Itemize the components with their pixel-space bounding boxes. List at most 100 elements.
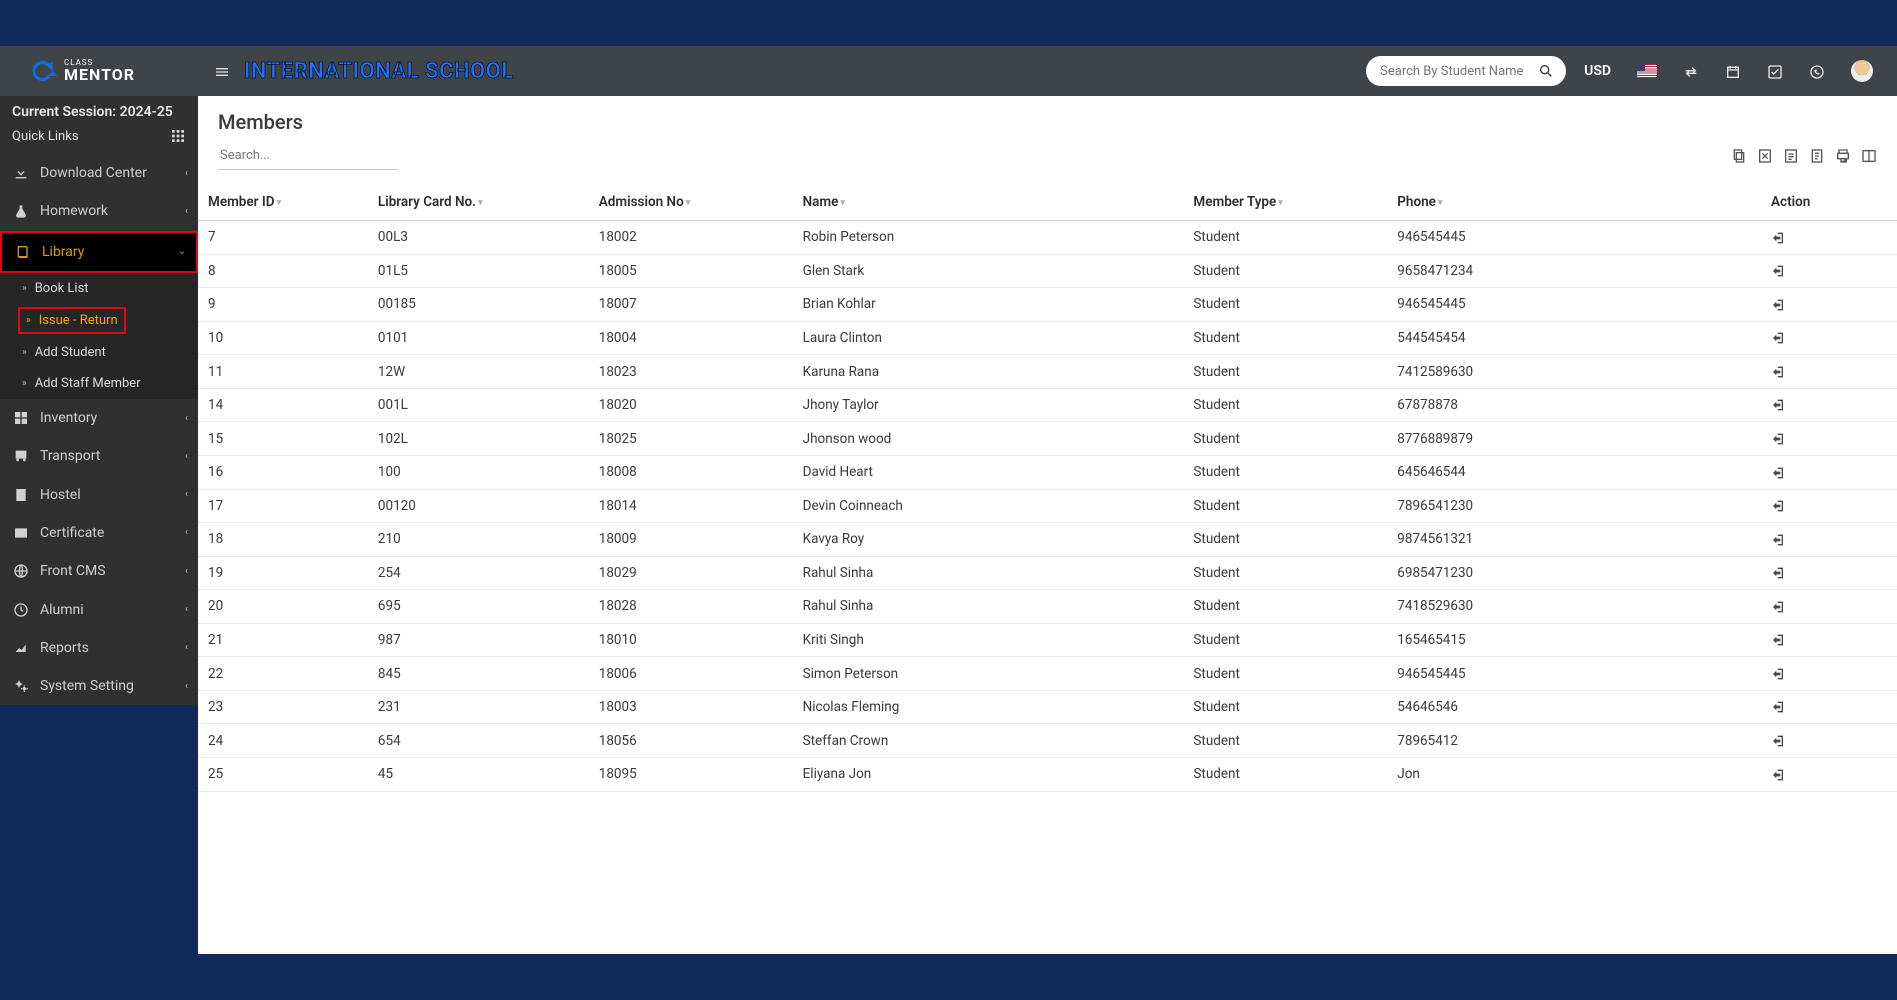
th-member-id[interactable]: Member ID▾ bbox=[198, 180, 368, 221]
student-search[interactable] bbox=[1366, 56, 1566, 86]
action-logout-icon[interactable] bbox=[1771, 566, 1787, 581]
chevron-right-icon: » bbox=[22, 378, 27, 389]
cell-name: Simon Peterson bbox=[793, 657, 1184, 691]
table-row[interactable]: 700L318002Robin PetersonStudent946545445 bbox=[198, 221, 1897, 255]
sidebar-item-homework[interactable]: Homework ‹ bbox=[0, 192, 198, 230]
table-row[interactable]: 254518095Eliyana JonStudentJon bbox=[198, 758, 1897, 792]
cell-action bbox=[1761, 489, 1897, 523]
sort-icon: ▾ bbox=[478, 198, 483, 208]
table-row[interactable]: 1925418029Rahul SinhaStudent6985471230 bbox=[198, 556, 1897, 590]
action-logout-icon[interactable] bbox=[1771, 767, 1787, 782]
cell-name: Brian Kohlar bbox=[793, 288, 1184, 322]
sidebar-item-certificate[interactable]: Certificate ‹ bbox=[0, 514, 198, 552]
table-row[interactable]: 10010118004Laura ClintonStudent544545454 bbox=[198, 321, 1897, 355]
cell-phone: 544545454 bbox=[1387, 321, 1761, 355]
cell-member-type: Student bbox=[1183, 221, 1387, 255]
table-row[interactable]: 15102L18025Jhonson woodStudent8776889879 bbox=[198, 422, 1897, 456]
cell-action bbox=[1761, 355, 1897, 389]
cell-phone: 165465415 bbox=[1387, 623, 1761, 657]
th-card-no[interactable]: Library Card No.▾ bbox=[368, 180, 589, 221]
action-logout-icon[interactable] bbox=[1771, 700, 1787, 715]
sidebar: Current Session: 2024-25 Quick Links Dow… bbox=[0, 96, 198, 705]
chevron-left-icon: ‹ bbox=[185, 566, 188, 577]
sidebar-item-library[interactable]: Library ⌄ bbox=[0, 231, 198, 273]
table-search-input[interactable] bbox=[218, 142, 398, 170]
student-search-input[interactable] bbox=[1380, 64, 1538, 79]
table-row[interactable]: 2198718010Kriti SinghStudent165465415 bbox=[198, 623, 1897, 657]
sidebar-subitem-book-list[interactable]: » Book List bbox=[0, 273, 198, 304]
action-logout-icon[interactable] bbox=[1771, 398, 1787, 413]
action-logout-icon[interactable] bbox=[1771, 230, 1787, 245]
task-check-icon[interactable] bbox=[1767, 62, 1783, 81]
table-row[interactable]: 2284518006Simon PetersonStudent946545445 bbox=[198, 657, 1897, 691]
sidebar-item-download-center[interactable]: Download Center ‹ bbox=[0, 154, 198, 192]
print-icon[interactable] bbox=[1835, 148, 1851, 164]
table-row[interactable]: 90018518007Brian KohlarStudent946545445 bbox=[198, 288, 1897, 322]
flag-us-icon[interactable] bbox=[1637, 64, 1657, 78]
table-row[interactable]: 2323118003Nicolas FlemingStudent54646546 bbox=[198, 690, 1897, 724]
th-phone[interactable]: Phone▾ bbox=[1387, 180, 1761, 221]
th-name[interactable]: Name▾ bbox=[793, 180, 1184, 221]
table-row[interactable]: 1112W18023Karuna RanaStudent7412589630 bbox=[198, 355, 1897, 389]
calendar-icon[interactable] bbox=[1725, 62, 1741, 81]
sidebar-subitem-issue-return[interactable]: » Issue - Return bbox=[18, 307, 126, 334]
table-row[interactable]: 170012018014Devin CoinneachStudent789654… bbox=[198, 489, 1897, 523]
quick-links-row[interactable]: Quick Links bbox=[0, 124, 198, 154]
page-title: Members bbox=[198, 96, 1897, 142]
action-logout-icon[interactable] bbox=[1771, 331, 1787, 346]
chevron-left-icon: ‹ bbox=[185, 681, 188, 692]
cell-phone: 7896541230 bbox=[1387, 489, 1761, 523]
cell-member-type: Student bbox=[1183, 556, 1387, 590]
copy-icon[interactable] bbox=[1731, 148, 1747, 164]
cell-admission-no: 18056 bbox=[589, 724, 793, 758]
search-icon[interactable] bbox=[1538, 63, 1554, 79]
action-logout-icon[interactable] bbox=[1771, 297, 1787, 312]
sidebar-item-system-setting[interactable]: System Setting ‹ bbox=[0, 667, 198, 705]
cell-action bbox=[1761, 221, 1897, 255]
action-logout-icon[interactable] bbox=[1771, 733, 1787, 748]
table-row[interactable]: 1821018009Kavya RoyStudent9874561321 bbox=[198, 523, 1897, 557]
action-logout-icon[interactable] bbox=[1771, 633, 1787, 648]
th-member-type[interactable]: Member Type▾ bbox=[1183, 180, 1387, 221]
columns-icon[interactable] bbox=[1861, 148, 1877, 164]
csv-icon[interactable] bbox=[1783, 148, 1799, 164]
cogs-icon bbox=[12, 678, 30, 694]
table-header-row: Member ID▾ Library Card No.▾ Admission N… bbox=[198, 180, 1897, 221]
table-row[interactable]: 801L518005Glen StarkStudent9658471234 bbox=[198, 254, 1897, 288]
action-logout-icon[interactable] bbox=[1771, 465, 1787, 480]
sidebar-item-reports[interactable]: Reports ‹ bbox=[0, 629, 198, 667]
cell-card-no: 695 bbox=[368, 590, 589, 624]
th-admission-no[interactable]: Admission No▾ bbox=[589, 180, 793, 221]
excel-icon[interactable] bbox=[1757, 148, 1773, 164]
sidebar-subitem-add-student[interactable]: » Add Student bbox=[0, 337, 198, 368]
grid-icon bbox=[170, 128, 186, 144]
avatar[interactable] bbox=[1851, 60, 1873, 82]
action-logout-icon[interactable] bbox=[1771, 264, 1787, 279]
sidebar-item-front-cms[interactable]: Front CMS ‹ bbox=[0, 552, 198, 590]
action-logout-icon[interactable] bbox=[1771, 599, 1787, 614]
sidebar-item-inventory[interactable]: Inventory ‹ bbox=[0, 399, 198, 437]
sidebar-item-transport[interactable]: Transport ‹ bbox=[0, 437, 198, 475]
brand-logo[interactable]: CLASS MENTOR bbox=[0, 46, 198, 96]
chevron-left-icon: ‹ bbox=[185, 642, 188, 653]
action-logout-icon[interactable] bbox=[1771, 532, 1787, 547]
cell-member-type: Student bbox=[1183, 254, 1387, 288]
currency-label[interactable]: USD bbox=[1584, 63, 1611, 79]
pdf-icon[interactable] bbox=[1809, 148, 1825, 164]
whatsapp-icon[interactable] bbox=[1809, 62, 1825, 81]
table-row[interactable]: 2069518028Rahul SinhaStudent7418529630 bbox=[198, 590, 1897, 624]
sidebar-item-hostel[interactable]: Hostel ‹ bbox=[0, 475, 198, 513]
cell-member-id: 9 bbox=[198, 288, 368, 322]
sidebar-item-alumni[interactable]: Alumni ‹ bbox=[0, 590, 198, 628]
table-row[interactable]: 14001L18020Jhony TaylorStudent67878878 bbox=[198, 388, 1897, 422]
table-row[interactable]: 2465418056Steffan CrownStudent78965412 bbox=[198, 724, 1897, 758]
hamburger-icon[interactable] bbox=[214, 61, 230, 82]
action-logout-icon[interactable] bbox=[1771, 431, 1787, 446]
sidebar-subitem-add-staff[interactable]: » Add Staff Member bbox=[0, 368, 198, 399]
cell-member-id: 24 bbox=[198, 724, 368, 758]
action-logout-icon[interactable] bbox=[1771, 499, 1787, 514]
table-row[interactable]: 1610018008David HeartStudent645646544 bbox=[198, 455, 1897, 489]
action-logout-icon[interactable] bbox=[1771, 666, 1787, 681]
action-logout-icon[interactable] bbox=[1771, 364, 1787, 379]
swap-icon[interactable] bbox=[1683, 62, 1699, 81]
